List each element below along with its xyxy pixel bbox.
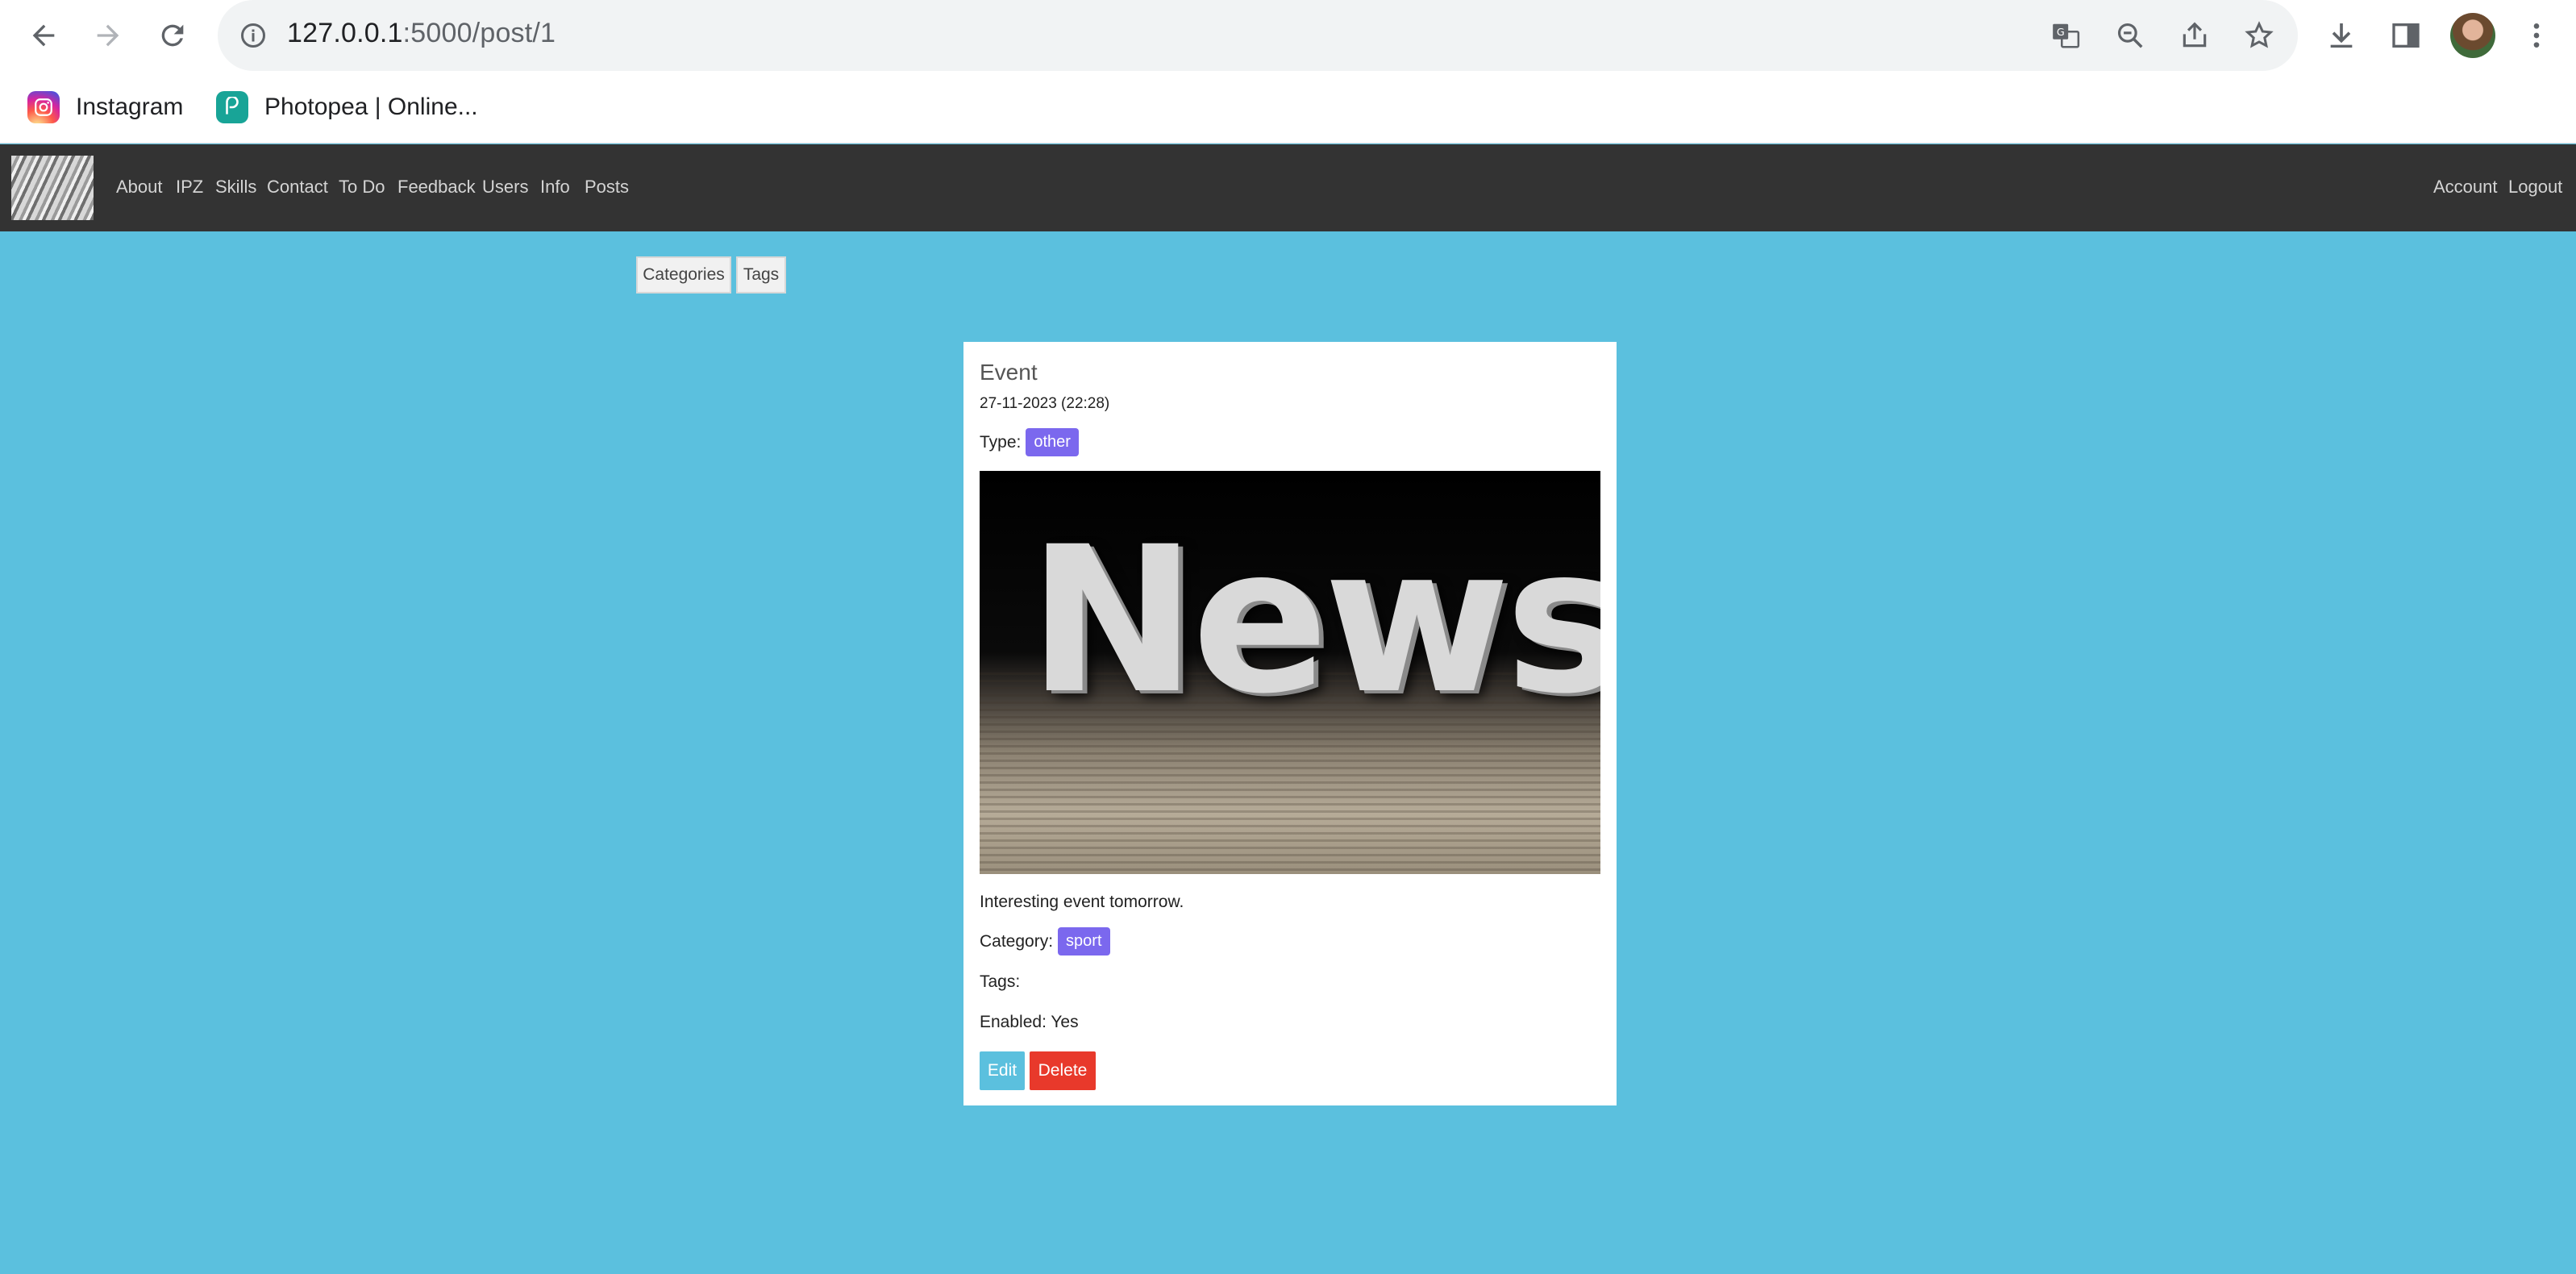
delete-button[interactable]: Delete (1030, 1051, 1096, 1090)
nav-info[interactable]: Info (540, 177, 570, 198)
nav-logout[interactable]: Logout (2508, 177, 2562, 198)
menu-kebab-icon[interactable] (2519, 18, 2554, 53)
categories-button[interactable]: Categories (636, 256, 731, 294)
type-label: Type: (980, 432, 1022, 452)
arrow-left-icon (32, 24, 55, 47)
address-bar[interactable]: 127.0.0.1:5000/post/1 G (218, 0, 2298, 71)
share-icon[interactable] (2177, 18, 2212, 53)
post-enabled: Enabled: Yes (980, 1013, 1079, 1031)
nav-ipz[interactable]: IPZ (176, 177, 203, 198)
bookmark-label: Photopea | Online... (264, 94, 478, 120)
arrow-right-icon (97, 24, 119, 47)
tags-button[interactable]: Tags (736, 256, 786, 294)
brand-logo[interactable] (11, 156, 94, 220)
browser-toolbar: 127.0.0.1:5000/post/1 G (0, 0, 2576, 71)
zoom-out-icon[interactable] (2112, 18, 2148, 53)
svg-text:G: G (2057, 26, 2065, 38)
category-badge: sport (1058, 927, 1110, 956)
post-image: News (980, 471, 1600, 874)
nav-feedback[interactable]: Feedback (397, 177, 476, 198)
nav-todo[interactable]: To Do (339, 177, 385, 198)
url-host: 127.0.0.1 (287, 18, 403, 48)
reload-icon (161, 24, 184, 47)
post-card: Event 27-11-2023 (22:28) Type: other New… (963, 342, 1617, 1105)
bookmarks-bar: Instagram Photopea | Online... (0, 71, 2576, 144)
reload-button[interactable] (152, 15, 194, 56)
nav-about[interactable]: About (116, 177, 163, 198)
post-tags-label: Tags: (980, 972, 1021, 991)
post-date: 27-11-2023 (22:28) (980, 395, 1110, 412)
nav-posts[interactable]: Posts (585, 177, 629, 198)
instagram-icon (27, 91, 60, 123)
post-type-row: Type: other (980, 428, 1079, 456)
download-icon[interactable] (2324, 18, 2359, 53)
post-image-word: News (1028, 503, 1600, 738)
profile-avatar[interactable] (2450, 13, 2495, 58)
translate-icon[interactable]: G (2048, 18, 2083, 53)
bookmark-label: Instagram (76, 94, 184, 120)
post-description: Interesting event tomorrow. (980, 893, 1184, 911)
bookmark-star-icon[interactable] (2241, 18, 2277, 53)
edit-button[interactable]: Edit (980, 1051, 1025, 1090)
nav-skills[interactable]: Skills (215, 177, 256, 198)
post-title: Event (980, 360, 1038, 385)
nav-users[interactable]: Users (482, 177, 528, 198)
url-text: 127.0.0.1:5000/post/1 (287, 18, 556, 49)
site-info-icon[interactable] (239, 21, 268, 50)
back-button[interactable] (23, 15, 65, 56)
url-path: :5000/post/1 (402, 18, 556, 48)
type-badge: other (1026, 428, 1079, 456)
side-panel-icon[interactable] (2388, 18, 2424, 53)
nav-account[interactable]: Account (2433, 177, 2498, 198)
nav-contact[interactable]: Contact (267, 177, 328, 198)
bookmark-photopea[interactable]: Photopea | Online... (216, 89, 478, 126)
photopea-icon (216, 91, 248, 123)
forward-button[interactable] (87, 15, 129, 56)
site-navbar: About IPZ Skills Contact To Do Feedback … (0, 144, 2576, 231)
bookmark-instagram[interactable]: Instagram (27, 89, 183, 126)
post-category-row: Category: sport (980, 927, 1110, 956)
category-label: Category: (980, 931, 1054, 951)
